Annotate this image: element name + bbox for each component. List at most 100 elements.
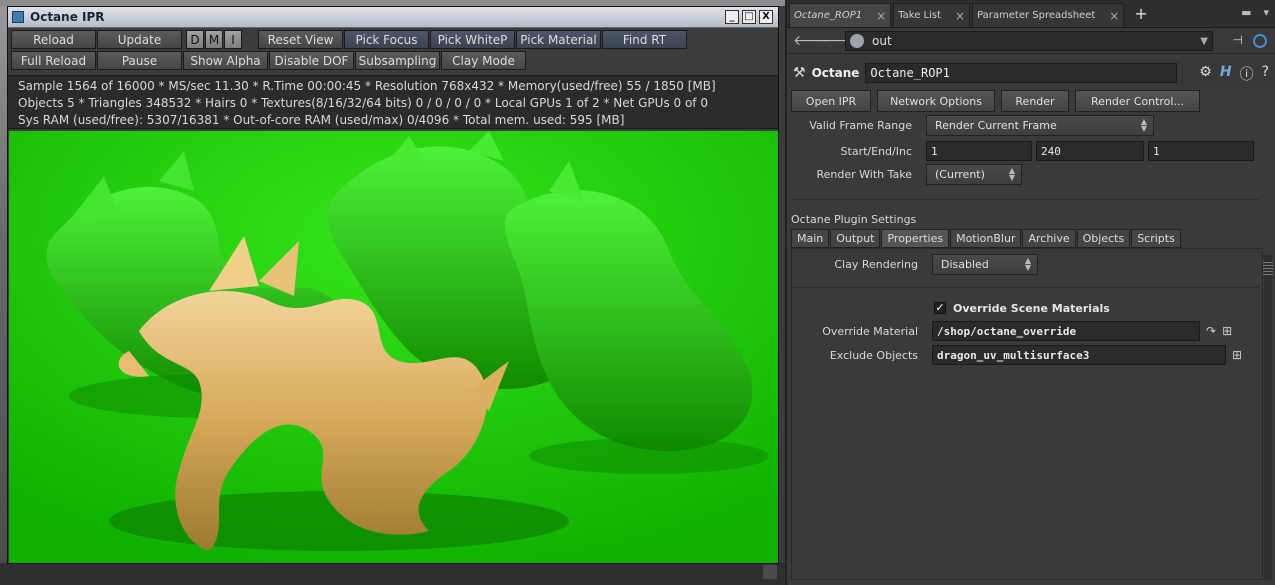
d-button[interactable]: D — [186, 30, 204, 49]
network-path-field[interactable]: out ▼ — [845, 31, 1213, 51]
bottom-strip — [0, 563, 785, 585]
tab-archive[interactable]: Archive — [1022, 229, 1076, 248]
add-tab-icon[interactable]: + — [1134, 4, 1147, 23]
render-control-button[interactable]: Render Control... — [1075, 90, 1200, 112]
tab-octane-rop1[interactable]: Octane_ROP1 × — [789, 3, 892, 27]
i-button[interactable]: I — [224, 30, 242, 49]
help-icon[interactable]: ? — [1262, 64, 1269, 84]
render-viewport[interactable] — [9, 131, 778, 563]
clay-mode-button[interactable]: Clay Mode — [441, 51, 526, 70]
forward-arrow-icon[interactable]: 🡒 — [817, 32, 855, 49]
link-icon[interactable] — [1253, 34, 1267, 48]
node-chooser-icon[interactable]: ⊞ — [1232, 348, 1242, 362]
ipr-titlebar[interactable]: Octane IPR _ □ X — [8, 7, 778, 28]
octane-ipr-window: Octane IPR _ □ X Reload Update D M I Res… — [7, 6, 779, 564]
exclude-objects-field[interactable]: dragon_uv_multisurface3 — [932, 345, 1226, 365]
valid-frame-range-row: Valid Frame Range Render Current Frame ▲… — [787, 114, 1154, 136]
tab-label: Take List — [898, 10, 942, 21]
menu-arrows-icon: ▲ ▼ — [1140, 117, 1147, 133]
render-image — [9, 131, 778, 563]
corner-handle[interactable] — [763, 565, 777, 579]
tab-label: Parameter Spreadsheet — [977, 10, 1096, 21]
full-reload-button[interactable]: Full Reload — [11, 51, 96, 70]
tab-scripts[interactable]: Scripts — [1131, 229, 1181, 248]
update-button[interactable]: Update — [97, 30, 182, 49]
pane-menu-icon[interactable]: ▾ — [1263, 6, 1269, 19]
close-tab-icon[interactable]: × — [1109, 9, 1119, 23]
increment-field[interactable]: 1 — [1148, 141, 1254, 161]
close-tab-icon[interactable]: × — [876, 9, 886, 23]
app-icon — [12, 11, 24, 23]
pick-whitep-button[interactable]: Pick WhiteP — [430, 30, 515, 49]
subsampling-button[interactable]: Subsampling — [355, 51, 440, 70]
pick-focus-button[interactable]: Pick Focus — [344, 30, 429, 49]
pane-menu: ▬ ▾ — [1241, 6, 1269, 19]
reset-view-button[interactable]: Reset View — [258, 30, 343, 49]
network-path: out — [872, 34, 892, 48]
clay-rendering-menu[interactable]: Disabled ▲ ▼ — [932, 253, 1038, 275]
valid-frame-range-value: Render Current Frame — [935, 118, 1057, 132]
find-rt-button[interactable]: Find RT — [602, 30, 687, 49]
render-with-take-menu[interactable]: (Current) ▲ ▼ — [926, 163, 1022, 185]
open-ipr-button[interactable]: Open IPR — [791, 90, 871, 112]
start-frame-field[interactable]: 1 — [926, 141, 1032, 161]
toolbar-row-2: Full Reload Pause Show Alpha Disable DOF… — [11, 51, 775, 72]
pause-button[interactable]: Pause — [97, 51, 182, 70]
path-bar: 🡐 🡒 out ▼ ⊣ — [787, 28, 1275, 54]
maximize-icon[interactable]: □ — [742, 10, 756, 24]
override-scene-materials-row: ✓ Override Scene Materials — [934, 297, 1110, 319]
reload-button[interactable]: Reload — [11, 30, 96, 49]
chevron-down-icon[interactable]: ▼ — [1200, 36, 1208, 47]
m-button[interactable]: M — [205, 30, 223, 49]
menu-arrows-icon: ▲ ▼ — [1008, 166, 1015, 182]
pane-tabs: Octane_ROP1 × Take List × Parameter Spread… — [787, 0, 1275, 28]
tab-objects[interactable]: Objects — [1076, 229, 1131, 248]
render-stats: Sample 1564 of 16000 * MS/sec 11.30 * R.… — [8, 75, 778, 129]
clay-rendering-row: Clay Rendering Disabled ▲ ▼ — [787, 253, 1038, 275]
toolbar-row-1: Reload Update D M I Reset View Pick Focu… — [11, 30, 775, 51]
render-with-take-label: Render With Take — [816, 167, 912, 181]
tab-main[interactable]: Main — [791, 229, 830, 248]
node-name-field[interactable]: Octane_ROP1 — [865, 63, 1178, 83]
render-with-take-row: Render With Take (Current) ▲ ▼ — [787, 163, 1022, 185]
render-with-take-value: (Current) — [935, 167, 985, 181]
rop-node-icon: ⚒ — [793, 65, 806, 81]
valid-frame-range-menu[interactable]: Render Current Frame ▲ ▼ — [926, 114, 1154, 136]
clay-rendering-label: Clay Rendering — [834, 257, 918, 271]
node-chooser-icon[interactable]: ⊞ — [1222, 324, 1232, 338]
render-button[interactable]: Render — [1001, 90, 1069, 112]
override-scene-materials-checkbox[interactable]: ✓ — [934, 302, 946, 314]
close-icon[interactable]: X — [759, 10, 773, 24]
jump-to-node-icon[interactable]: ↷ — [1206, 324, 1216, 338]
end-frame-field[interactable]: 240 — [1036, 141, 1144, 161]
minimize-icon[interactable]: _ — [725, 10, 739, 24]
close-tab-icon[interactable]: × — [955, 9, 965, 23]
scrollbar[interactable] — [1264, 255, 1272, 580]
tab-label: Octane_ROP1 — [794, 10, 863, 21]
info-icon[interactable]: ⓘ — [1240, 64, 1254, 84]
network-options-button[interactable]: Network Options — [877, 90, 995, 112]
desktop: Octane IPR _ □ X Reload Update D M I Res… — [0, 0, 1275, 585]
tab-motionblur[interactable]: MotionBlur — [950, 229, 1022, 248]
gear-icon[interactable]: ⚙ — [1199, 64, 1212, 84]
node-type-label: Octane — [811, 66, 860, 80]
override-material-label: Override Material — [822, 324, 918, 338]
override-material-field[interactable]: /shop/octane_override — [932, 321, 1200, 341]
tab-output[interactable]: Output — [830, 229, 881, 248]
show-alpha-button[interactable]: Show Alpha — [183, 51, 268, 70]
tab-properties[interactable]: Properties — [881, 229, 950, 248]
divider — [793, 199, 1259, 200]
scroll-grip[interactable] — [1263, 262, 1273, 276]
pin-icon[interactable]: ⊣ — [1233, 33, 1243, 47]
override-scene-materials-label: Override Scene Materials — [953, 301, 1110, 315]
pane-layout-icon[interactable]: ▬ — [1241, 6, 1251, 19]
tab-parameter-spreadsheet[interactable]: Parameter Spreadsheet × — [972, 3, 1125, 27]
hda-icon[interactable]: H — [1220, 64, 1232, 84]
exclude-objects-row: Exclude Objects dragon_uv_multisurface3 … — [787, 344, 1242, 366]
disable-dof-button[interactable]: Disable DOF — [269, 51, 354, 70]
window-title: Octane IPR — [30, 10, 105, 24]
tab-take-list[interactable]: Take List × — [893, 3, 971, 27]
pick-material-button[interactable]: Pick Material — [516, 30, 601, 49]
node-header: ⚒ Octane Octane_ROP1 ⚙ H ⓘ ? — [787, 58, 1275, 88]
back-arrow-icon[interactable]: 🡐 — [793, 32, 831, 49]
